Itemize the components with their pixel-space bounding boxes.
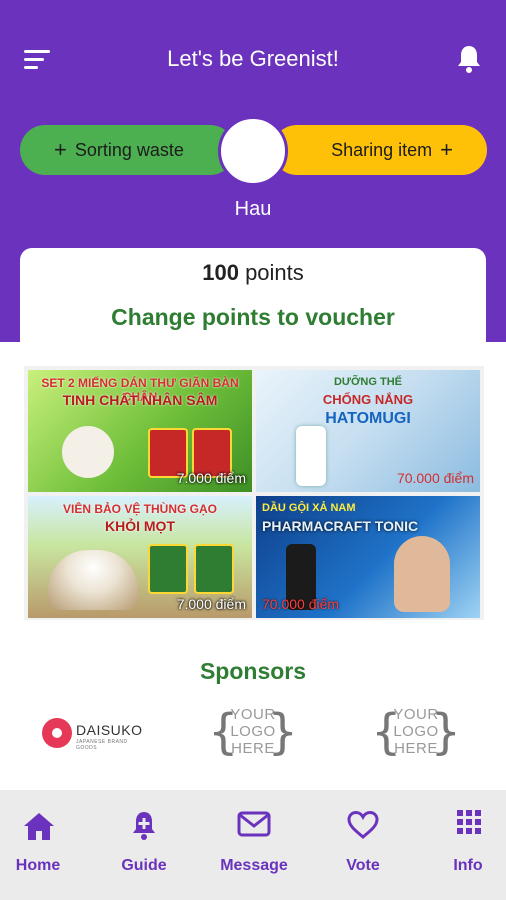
right-brace-icon: }	[430, 704, 461, 760]
voucher-price: 7.000 điểm	[176, 596, 246, 612]
nav-guide[interactable]: Guide	[104, 790, 184, 900]
voucher-card[interactable]: DẦU GỘI XẢ NAM PHARMACRAFT TONIC 70.000 …	[256, 496, 480, 618]
bottom-nav: Home Guide Message Vote Info	[0, 790, 506, 900]
product-pack-image	[194, 544, 234, 594]
product-pack-image	[148, 544, 188, 594]
nav-vote[interactable]: Vote	[330, 790, 396, 900]
voucher-line3: HATOMUGI	[325, 410, 411, 427]
sorting-waste-label: Sorting waste	[74, 139, 184, 160]
nav-label: Message	[220, 857, 288, 874]
sharing-item-button[interactable]: Sharing item +	[272, 125, 487, 175]
guide-icon	[133, 812, 155, 840]
nav-label: Home	[15, 857, 61, 874]
home-icon	[24, 813, 54, 840]
points-display: 100 points	[20, 260, 486, 286]
username: Hau	[234, 198, 272, 220]
voucher-card[interactable]: VIÊN BẢO VỆ THÙNG GẠO KHỎI MỌT 7.000 điể…	[28, 496, 252, 618]
voucher-heading: Change points to voucher	[111, 304, 395, 330]
voucher-card[interactable]: DƯỠNG THỂ CHỐNG NẮNG HATOMUGI 70.000 điể…	[256, 370, 480, 492]
sponsor-logo-daisuko[interactable]: DAISUKO JAPANESE BRAND GOODS	[42, 700, 142, 764]
nav-label: Guide	[121, 857, 167, 874]
nav-info[interactable]: Info	[440, 790, 496, 900]
avatar[interactable]	[218, 116, 288, 186]
daisuko-flower-icon	[42, 718, 72, 748]
nav-home[interactable]: Home	[0, 790, 76, 900]
voucher-line2: PHARMACRAFT TONIC	[262, 518, 419, 534]
voucher-price: 70.000 điểm	[396, 470, 474, 486]
voucher-line2: CHỐNG NẮNG	[322, 392, 414, 407]
sponsor-tagline: JAPANESE BRAND GOODS	[76, 739, 128, 751]
foot-patch-image	[62, 426, 114, 478]
bell-icon[interactable]	[456, 44, 482, 74]
plus-icon: +	[440, 137, 453, 162]
sponsors-heading: Sponsors	[199, 658, 307, 684]
nav-label: Vote	[346, 857, 380, 874]
lotion-bottle-image	[296, 426, 326, 486]
sharing-item-label: Sharing item	[331, 139, 433, 160]
voucher-line1: VIÊN BẢO VỆ THÙNG GẠO	[62, 502, 217, 516]
heart-icon	[347, 810, 379, 839]
sponsor-logo-placeholder[interactable]: { YOUR LOGO HERE }	[371, 700, 461, 764]
voucher-grid: SET 2 MIẾNG DÁN THƯ GIÃN BÀN CHÂN TINH C…	[24, 366, 484, 620]
app-title: Let's be Greenist!	[167, 46, 339, 71]
voucher-price: 70.000 điểm	[262, 596, 340, 612]
voucher-card[interactable]: SET 2 MIẾNG DÁN THƯ GIÃN BÀN CHÂN TINH C…	[28, 370, 252, 492]
voucher-line1: DƯỠNG THỂ	[333, 376, 402, 388]
voucher-line1: DẦU GỘI XẢ NAM	[262, 502, 356, 514]
voucher-price: 7.000 điểm	[176, 470, 246, 486]
sponsor-name: DAISUKO	[76, 722, 143, 738]
points-unit: points	[245, 260, 304, 285]
grid-icon	[457, 810, 481, 834]
voucher-line2: TINH CHẤT NHÂN SÂM	[62, 392, 218, 408]
rice-sack-image	[48, 550, 138, 610]
plus-icon: +	[54, 137, 67, 162]
points-card: 100 points Change points to voucher	[20, 248, 486, 368]
sorting-waste-button[interactable]: + Sorting waste	[20, 125, 235, 175]
nav-message[interactable]: Message	[210, 790, 298, 900]
sponsor-logo-placeholder[interactable]: { YOUR LOGO HERE }	[208, 700, 298, 764]
model-image	[394, 536, 450, 612]
right-brace-icon: }	[267, 704, 298, 760]
points-amount: 100	[202, 260, 239, 285]
nav-label: Info	[453, 857, 483, 874]
mail-icon	[237, 811, 271, 837]
voucher-line2: KHỎI MỌT	[105, 518, 175, 534]
